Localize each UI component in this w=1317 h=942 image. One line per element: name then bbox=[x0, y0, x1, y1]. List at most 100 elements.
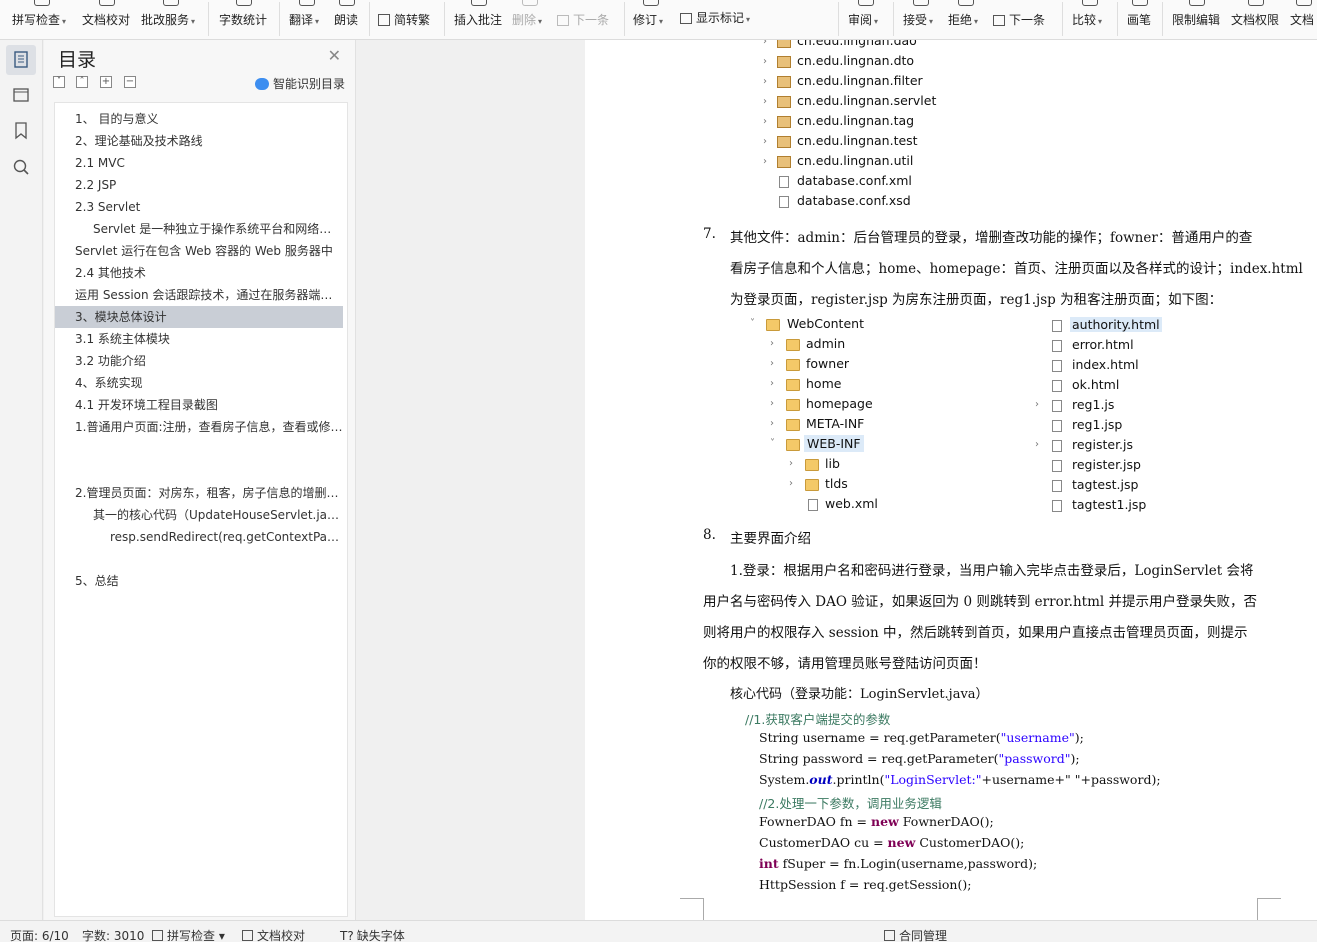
toc-item[interactable]: 5、总结 bbox=[55, 570, 343, 592]
tree-node[interactable]: error.html bbox=[1035, 336, 1215, 356]
word-count-button[interactable]: 字数统计 bbox=[219, 0, 269, 38]
tree-node[interactable]: › cn.edu.lingnan.filter bbox=[763, 73, 1063, 93]
accept-button[interactable]: 接受 ▾ bbox=[903, 0, 939, 38]
doc-rights-button[interactable]: 文档权限 bbox=[1231, 0, 1281, 38]
package-icon bbox=[777, 156, 791, 168]
paragraph-line: 为登录页面，register.jsp 为房东注册页面，reg1.jsp 为租客注… bbox=[730, 292, 1223, 308]
toc-item[interactable]: 2.1 MVC bbox=[55, 152, 343, 174]
tree-node[interactable]: › cn.edu.lingnan.util bbox=[763, 153, 1063, 173]
list-number: 8. bbox=[703, 527, 716, 543]
tree-node[interactable]: › register.js bbox=[1035, 436, 1215, 456]
read-aloud-button[interactable]: 朗读 bbox=[334, 0, 360, 38]
tree-node[interactable]: › homepage bbox=[750, 395, 1030, 415]
tree-node[interactable]: database.conf.xml bbox=[763, 173, 1063, 193]
translate-button[interactable]: 翻译 ▾ bbox=[289, 0, 325, 38]
tree-node[interactable]: ok.html bbox=[1035, 376, 1215, 396]
toc-item[interactable]: 3.2 功能介绍 bbox=[55, 350, 343, 372]
status-doc-proof[interactable]: 文档校对 bbox=[242, 927, 305, 942]
review-icon bbox=[858, 0, 874, 6]
toc-item[interactable]: 2.3 Servlet bbox=[55, 196, 343, 218]
toc-item[interactable]: Servlet 运行在包含 Web 容器的 Web 服务器中 bbox=[55, 240, 343, 262]
status-spell-check[interactable]: 拼写检查 ▾ bbox=[152, 927, 225, 942]
toc-panel-button[interactable] bbox=[6, 45, 36, 75]
toc-item[interactable]: 2.管理员页面：对房东，租客，房子信息的增删改查 bbox=[55, 482, 343, 504]
delete-comment-button[interactable]: 删除 ▾ bbox=[512, 0, 548, 38]
smart-toc-button[interactable]: 智能识别目录 bbox=[254, 75, 345, 92]
tree-node[interactable]: › cn.edu.lingnan.dao bbox=[763, 40, 1063, 53]
code-line: System.out.println("LoginServlet:"+usern… bbox=[759, 772, 1161, 787]
tree-node[interactable]: web.xml bbox=[750, 495, 1030, 515]
toc-item[interactable]: 3.1 系统主体模块 bbox=[55, 328, 343, 350]
close-icon[interactable]: ✕ bbox=[328, 46, 341, 65]
toc-item[interactable]: 2.2 JSP bbox=[55, 174, 343, 196]
doc-more-button[interactable]: 文档 bbox=[1290, 0, 1317, 38]
page-indicator[interactable]: 页面: 6/10 bbox=[10, 927, 69, 942]
collapse-all-icon[interactable]: ˅ bbox=[53, 76, 65, 88]
reject-button[interactable]: 拒绝 ▾ bbox=[948, 0, 984, 38]
html-file-icon bbox=[1052, 360, 1062, 372]
service-icon bbox=[163, 0, 179, 6]
show-marks-button[interactable]: 显示标记 ▾ bbox=[680, 0, 760, 38]
brush-button[interactable]: 画笔 bbox=[1127, 0, 1153, 38]
html-file-icon bbox=[1052, 320, 1062, 332]
toc-item[interactable]: 4.1 开发环境工程目录截图 bbox=[55, 394, 343, 416]
expand-up-icon[interactable]: ˄ bbox=[76, 76, 88, 88]
restrict-edit-button[interactable]: 限制编辑 bbox=[1172, 0, 1222, 38]
tree-node[interactable]: ˅ WebContent bbox=[750, 315, 1030, 335]
contract-manage[interactable]: 合同管理 bbox=[884, 927, 947, 942]
toc-item[interactable]: 其一的核心代码（UpdateHouseServlet.java） bbox=[55, 504, 343, 526]
toc-item[interactable]: 2、理论基础及技术路线 bbox=[55, 130, 343, 152]
spell-check-button[interactable]: 拼写检查 ▾ bbox=[12, 0, 72, 38]
jsp-file-icon bbox=[1052, 460, 1062, 472]
bookmark-icon bbox=[15, 122, 27, 140]
bookmark-button[interactable] bbox=[6, 116, 36, 146]
tree-node[interactable]: › cn.edu.lingnan.tag bbox=[763, 113, 1063, 133]
tree-node-selected[interactable]: ˅ WEB-INF bbox=[750, 435, 1030, 455]
compare-button[interactable]: 比较 ▾ bbox=[1072, 0, 1108, 38]
remove-level-icon[interactable]: − bbox=[124, 76, 136, 88]
tree-node[interactable]: › cn.edu.lingnan.servlet bbox=[763, 93, 1063, 113]
add-level-icon[interactable]: + bbox=[100, 76, 112, 88]
toc-item[interactable]: resp.sendRedirect(req.getContextPath() bbox=[55, 526, 343, 548]
toc-icon bbox=[14, 51, 28, 68]
tree-node[interactable]: reg1.jsp bbox=[1035, 416, 1215, 436]
word-count[interactable]: 字数: 3010 bbox=[82, 927, 144, 942]
search-button[interactable] bbox=[6, 152, 36, 182]
revise-button[interactable]: 修订 ▾ bbox=[633, 0, 669, 38]
tree-node[interactable]: › META-INF bbox=[750, 415, 1030, 435]
navigation-pane-button[interactable] bbox=[6, 80, 36, 110]
toc-item[interactable]: 4、系统实现 bbox=[55, 372, 343, 394]
tree-node[interactable]: › tlds bbox=[750, 475, 1030, 495]
annotate-service-button[interactable]: 批改服务 ▾ bbox=[141, 0, 201, 38]
toc-item-selected[interactable]: 3、模块总体设计 bbox=[55, 306, 343, 328]
tree-node[interactable]: › cn.edu.lingnan.dto bbox=[763, 53, 1063, 73]
next-change-button[interactable]: 下一条 bbox=[993, 0, 1053, 38]
paragraph-line: 看房子信息和个人信息；home、homepage：首页、注册页面以及各样式的设计… bbox=[730, 261, 1303, 277]
toc-item[interactable]: 1、 目的与意义 bbox=[55, 108, 343, 130]
tree-node[interactable]: tagtest.jsp bbox=[1035, 476, 1215, 496]
toc-item[interactable]: 运用 Session 会话跟踪技术，通过在服务器端记录信息确定用户身份 bbox=[55, 284, 343, 306]
next-comment-button[interactable]: 下一条 bbox=[557, 0, 615, 38]
simp-trad-button[interactable]: 简转繁 bbox=[378, 0, 436, 38]
tree-node[interactable]: authority.html bbox=[1035, 316, 1215, 336]
tree-node[interactable]: › lib bbox=[750, 455, 1030, 475]
tree-node[interactable]: › fowner bbox=[750, 355, 1030, 375]
tree-node[interactable]: › home bbox=[750, 375, 1030, 395]
tree-node[interactable]: › reg1.js bbox=[1035, 396, 1215, 416]
toc-item[interactable]: 2.4 其他技术 bbox=[55, 262, 343, 284]
doc-proof-button[interactable]: 文档校对 bbox=[82, 0, 132, 38]
doc-rights-icon bbox=[1248, 0, 1264, 6]
tree-node[interactable]: tagtest1.jsp bbox=[1035, 496, 1215, 516]
tree-node[interactable]: database.conf.xsd bbox=[763, 193, 1063, 213]
simp-trad-icon bbox=[378, 14, 390, 26]
tree-node[interactable]: › cn.edu.lingnan.test bbox=[763, 133, 1063, 153]
review-button[interactable]: 审阅 ▾ bbox=[848, 0, 884, 38]
tree-node[interactable]: › admin bbox=[750, 335, 1030, 355]
tree-node[interactable]: register.jsp bbox=[1035, 456, 1215, 476]
tree-node[interactable]: index.html bbox=[1035, 356, 1215, 376]
missing-font[interactable]: T? 缺失字体 bbox=[340, 927, 405, 942]
insert-comment-button[interactable]: 插入批注 bbox=[454, 0, 504, 38]
toc-item[interactable]: 1.普通用户页面:注册，查看房子信息，查看或修改个人信息 bbox=[55, 416, 343, 438]
xml-file-icon bbox=[808, 499, 818, 511]
toc-item[interactable]: Servlet 是一种独立于操作系统平台和网络传输协议的服务器端的Java应用程… bbox=[55, 218, 343, 240]
